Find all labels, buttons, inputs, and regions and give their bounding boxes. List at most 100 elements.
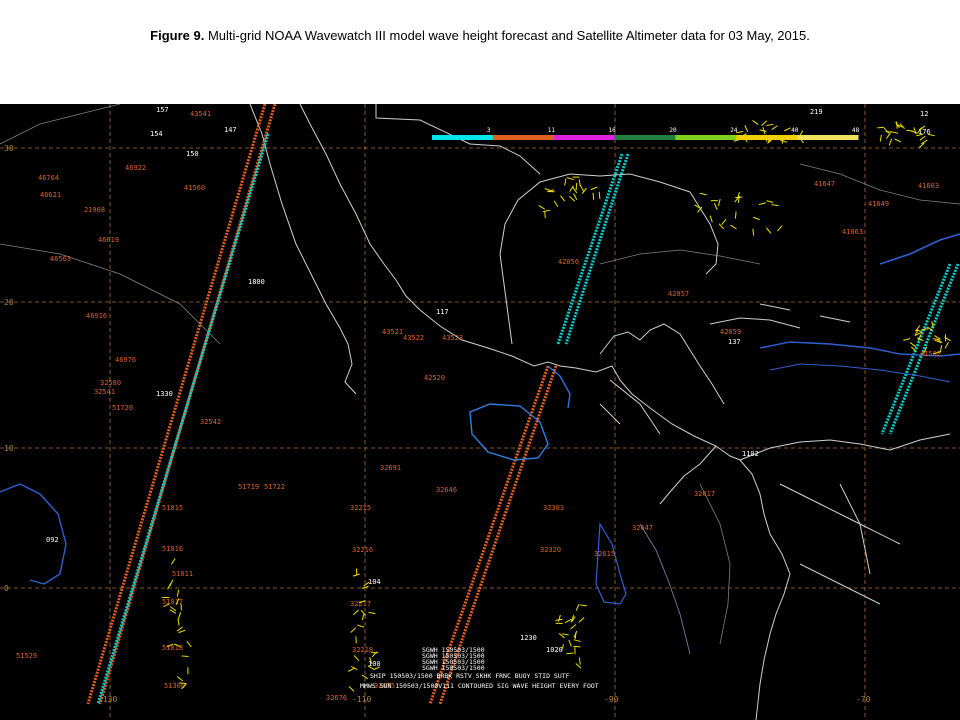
scale-tick-label: 48 (852, 127, 860, 134)
wind-barbs (162, 120, 951, 692)
observation-label: 1230 (520, 634, 537, 642)
lat-label-0: 0 (4, 584, 9, 593)
wind-barb (888, 138, 893, 146)
observation-label: 150 (186, 150, 199, 158)
footer-title: MMWS SUN 150503/1500V111 CONTOURED SIG W… (360, 682, 599, 690)
wind-barb (777, 225, 783, 232)
figure-number: Figure 9. (150, 28, 205, 43)
wind-barb (538, 205, 545, 210)
station-id: 51720 (112, 404, 133, 412)
wind-barb (759, 129, 767, 133)
station-id: 32647 (632, 524, 653, 532)
altimeter-tracks (86, 104, 960, 705)
wind-barb (699, 192, 707, 196)
station-id: 41560 (184, 184, 205, 192)
wind-barb (178, 612, 182, 620)
contour-east (879, 233, 960, 265)
wind-barb (714, 203, 718, 210)
station-id: 51011 (172, 570, 193, 578)
observation-label: 12 (920, 110, 928, 118)
station-id: 46916 (86, 312, 107, 320)
wind-barb (721, 218, 727, 225)
wind-barb (368, 611, 376, 615)
wind-barb (176, 589, 180, 597)
contour-blue-coast (469, 403, 549, 461)
wind-barb (566, 652, 574, 655)
station-id: 43522 (403, 334, 424, 342)
color-scale-bar: 3 11 16 20 24 40 48 (432, 127, 860, 140)
observation-label: 147 (224, 126, 237, 134)
contour-pacific-s2 (639, 523, 691, 655)
wind-barb (544, 188, 552, 192)
station-id: 51016 (162, 545, 183, 553)
wind-barb (771, 125, 778, 131)
wind-barb (170, 558, 176, 565)
wind-barb (566, 177, 574, 181)
station-id: 42056 (558, 258, 579, 266)
wind-barb (361, 613, 365, 621)
wind-barb (579, 604, 587, 607)
station-id: 51719 (238, 483, 259, 491)
footer-line-1: SHIP 150503/1500 BRBK RSTV SKHK FRNC BUO… (370, 672, 570, 680)
wind-barb (578, 617, 585, 623)
map-canvas: 46764 46621 21908 46619 46563 46916 46922 43541… (0, 104, 960, 720)
wind-barb (573, 645, 581, 648)
scale-tick-label: 24 (730, 127, 738, 134)
wind-barb (564, 618, 572, 624)
scale-segment (553, 135, 616, 140)
lon-label-70: -70 (856, 695, 871, 704)
station-id: 41647 (814, 180, 835, 188)
station-id: 32691 (380, 464, 401, 472)
wind-barb (903, 338, 911, 341)
wind-barb (730, 224, 737, 230)
station-id: 43541 (190, 110, 211, 118)
wind-barb (758, 202, 766, 206)
wind-barb (895, 121, 898, 129)
wind-barb (766, 227, 772, 234)
wind-barb (909, 342, 917, 348)
wind-barb (177, 618, 180, 626)
axis-labels: 30 20 10 0 -130 -110 -90 -70 (4, 144, 871, 704)
station-id: 32215 (350, 504, 371, 512)
scale-segment (675, 135, 737, 140)
wind-barb (176, 626, 183, 632)
wind-barb (590, 186, 598, 191)
lon-label-90: -90 (604, 695, 619, 704)
observation-label: 137 (728, 338, 741, 346)
scale-segment (432, 135, 494, 140)
contour-caribbean-2 (769, 363, 951, 383)
buoy-stations: 46764 46621 21908 46619 46563 46916 46922 43541… (16, 110, 941, 702)
station-id: 42520 (424, 374, 445, 382)
station-id: 51015 (162, 504, 183, 512)
altimeter-track (556, 153, 624, 345)
scale-segment (614, 135, 676, 140)
station-id: 41649 (868, 200, 889, 208)
wind-barb (347, 667, 355, 672)
wind-barb (569, 185, 574, 192)
wind-barb (542, 209, 550, 213)
south-america-north (739, 433, 951, 461)
wind-barb (921, 328, 929, 330)
altimeter-track (880, 263, 952, 435)
wind-barb (891, 131, 899, 134)
contour-gray-1 (0, 104, 121, 145)
wind-barb (919, 135, 926, 141)
station-id: 32216 (352, 546, 373, 554)
station-id: 42057 (668, 290, 689, 298)
station-id: 32617 (694, 490, 715, 498)
station-id: 46621 (40, 191, 61, 199)
wave-height-map: 46764 46621 21908 46619 46563 46916 46922 43541… (0, 104, 960, 720)
wind-barb (352, 609, 359, 616)
wind-barb (784, 127, 791, 132)
wind-barb (350, 627, 357, 633)
station-id: 32676 (326, 694, 347, 702)
station-id: 46619 (98, 236, 119, 244)
wind-barb (771, 204, 779, 207)
wind-barb (353, 655, 360, 662)
station-id: 46922 (125, 164, 146, 172)
observation-label: 1330 (156, 390, 173, 398)
station-id: 46563 (50, 255, 71, 263)
wind-barb (178, 629, 186, 634)
caribbean-islands (709, 303, 851, 329)
station-id: 51722 (264, 483, 285, 491)
